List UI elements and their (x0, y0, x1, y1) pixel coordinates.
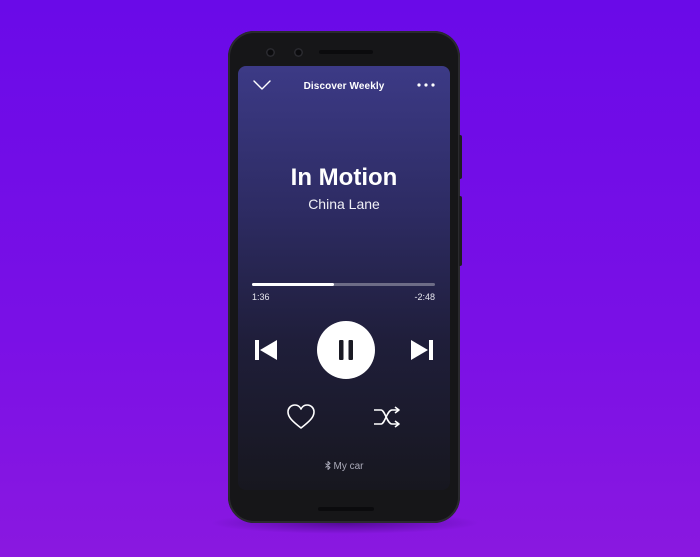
connected-device[interactable]: My car (238, 461, 450, 472)
phone-speaker (319, 50, 373, 54)
phone-power-button (459, 135, 462, 179)
progress-fill (252, 283, 335, 286)
bluetooth-icon (324, 461, 330, 470)
skip-next-icon[interactable] (408, 336, 436, 364)
shuffle-icon[interactable] (371, 404, 403, 430)
device-name: My car (333, 461, 364, 472)
pause-icon (339, 340, 353, 360)
phone-bottom-speaker (318, 507, 374, 511)
play-pause-button[interactable] (317, 321, 375, 379)
song-title: In Motion (290, 164, 398, 191)
skip-previous-icon[interactable] (252, 336, 280, 364)
now-playing-screen: Discover Weekly In Motion China Lane 1:3… (238, 66, 450, 490)
chevron-down-icon[interactable] (252, 78, 272, 92)
now-playing-header: Discover Weekly (238, 66, 450, 106)
heart-icon[interactable] (286, 403, 316, 431)
artist-name[interactable]: China Lane (238, 196, 450, 212)
phone-volume-button (459, 196, 462, 266)
remaining-time: -2:48 (414, 292, 435, 302)
progress-bar[interactable] (252, 283, 435, 286)
front-camera-icon (266, 48, 275, 57)
playlist-title: Discover Weekly (303, 81, 385, 92)
front-sensor-icon (294, 48, 303, 57)
more-options-icon[interactable] (415, 78, 437, 92)
elapsed-time: 1:36 (252, 292, 270, 302)
